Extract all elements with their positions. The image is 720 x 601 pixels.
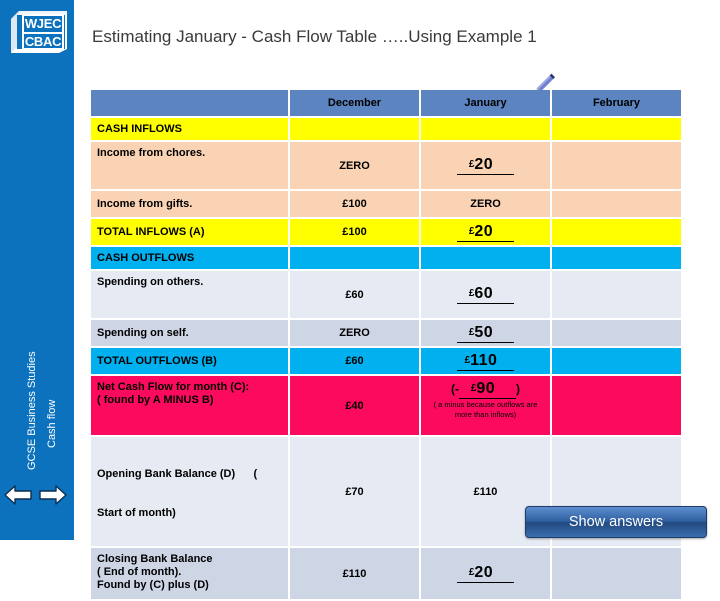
answer-field: £20 (457, 223, 514, 242)
cell-january-answer: £60 (421, 271, 550, 318)
row-label-line2: Start of month) (97, 507, 176, 519)
table-row-cash-outflows: CASH OUTFLOWS (91, 247, 681, 269)
cell-december: £100 (290, 219, 419, 245)
answer-field: £110 (457, 352, 514, 371)
cell-december: £40 (290, 376, 419, 435)
sidebar-course-label: GCSE Business Studies (26, 351, 38, 470)
left-arrow-icon (4, 485, 32, 505)
row-label-line1: Net Cash Flow for month (C): (97, 381, 250, 393)
cell-december: £100 (290, 191, 419, 217)
wjec-cbac-logo: WJEC CBAC (9, 9, 69, 55)
cell-february (552, 247, 681, 269)
cell-december (290, 118, 419, 140)
row-label: Income from chores. (91, 142, 288, 189)
left-sidebar: WJEC CBAC GCSE Business Studies Cash flo… (0, 0, 74, 540)
sidebar-topic-label: Cash flow (46, 399, 58, 448)
row-label: Income from gifts. (91, 191, 288, 217)
logo-cbac-text: CBAC (24, 34, 62, 49)
right-arrow-icon (39, 485, 67, 505)
table-row-cash-inflows: CASH INFLOWS (91, 118, 681, 140)
cell-december: ZERO (290, 142, 419, 189)
answer-value: 60 (474, 285, 494, 302)
answer-value: 90 (476, 380, 496, 397)
show-answers-button[interactable]: Show answers (525, 506, 707, 538)
row-label: CASH INFLOWS (91, 118, 288, 140)
table-row-total-inflows: TOTAL INFLOWS (A) £100 £20 (91, 219, 681, 245)
cell-january (421, 247, 550, 269)
previous-slide-button[interactable] (3, 482, 33, 508)
cell-february (552, 142, 681, 189)
cell-january: ZERO (421, 191, 550, 217)
cell-january-answer: £20 (421, 548, 550, 599)
cell-january-answer: £20 (421, 219, 550, 245)
cell-december: £70 (290, 437, 419, 546)
table-row-income-chores: Income from chores. ZERO £20 (91, 142, 681, 189)
answer-group: (- £90) (451, 380, 520, 399)
row-label: Opening Bank Balance (D) ( Start of mont… (91, 437, 288, 546)
answer-value: 110 (470, 351, 498, 369)
cell-february (552, 376, 681, 435)
row-label-line3: Found by (C) plus (D) (97, 579, 209, 591)
cell-february (552, 118, 681, 140)
cell-february (552, 348, 681, 374)
cell-january (421, 118, 550, 140)
cell-february (552, 320, 681, 346)
header-january: January (421, 90, 550, 116)
cell-december: £60 (290, 348, 419, 374)
header-blank (91, 90, 288, 116)
header-december: December (290, 90, 419, 116)
table-header-row: December January February (91, 90, 681, 116)
january-note: ( a minus because outflows are more than… (433, 400, 538, 419)
answer-field: £90 (459, 380, 516, 399)
row-label-line1: Opening Bank Balance (D) ( (97, 468, 258, 480)
row-label-line2: ( found by A MINUS B) (97, 394, 214, 406)
answer-field: £20 (457, 156, 514, 175)
row-label: Closing Bank Balance ( End of month). Fo… (91, 548, 288, 599)
cell-january-answer: £110 (421, 348, 550, 374)
logo-wjec-text: WJEC (24, 16, 62, 34)
cell-december (290, 247, 419, 269)
table-row-income-gifts: Income from gifts. £100 ZERO (91, 191, 681, 217)
answer-value: 20 (474, 564, 494, 581)
cell-january-answer: £20 (421, 142, 550, 189)
row-label: Net Cash Flow for month (C): ( found by … (91, 376, 288, 435)
table-row-spending-others: Spending on others. £60 £60 (91, 271, 681, 318)
answer-value: 20 (474, 156, 494, 173)
cell-december: £110 (290, 548, 419, 599)
cell-december: £60 (290, 271, 419, 318)
cell-january-answer: £50 (421, 320, 550, 346)
answer-value: 20 (474, 222, 494, 240)
answer-field: £20 (457, 564, 514, 583)
minus-prefix: (- (451, 382, 459, 396)
answer-field: £50 (457, 324, 514, 343)
page-title: Estimating January - Cash Flow Table …..… (92, 27, 537, 46)
answer-value: 50 (474, 323, 494, 341)
row-label: CASH OUTFLOWS (91, 247, 288, 269)
cell-february (552, 548, 681, 599)
cell-january-answer: (- £90) ( a minus because outflows are mo… (421, 376, 550, 435)
logo-text-box: WJEC CBAC (22, 14, 64, 50)
table-row-spending-self: Spending on self. ZERO £50 (91, 320, 681, 346)
next-slide-button[interactable] (38, 482, 68, 508)
answer-field: £60 (457, 285, 514, 304)
table-row-total-outflows: TOTAL OUTFLOWS (B) £60 £110 (91, 348, 681, 374)
table-row-net-cash-flow: Net Cash Flow for month (C): ( found by … (91, 376, 681, 435)
row-label: Spending on others. (91, 271, 288, 318)
minus-suffix: ) (516, 382, 520, 396)
row-label: TOTAL OUTFLOWS (B) (91, 348, 288, 374)
cell-february (552, 271, 681, 318)
row-label-line1: Closing Bank Balance (97, 553, 213, 565)
row-label: Spending on self. (91, 320, 288, 346)
row-label-line2: ( End of month). (97, 566, 182, 578)
table-row-closing-balance: Closing Bank Balance ( End of month). Fo… (91, 548, 681, 599)
cell-february (552, 219, 681, 245)
cell-february (552, 191, 681, 217)
cell-december: ZERO (290, 320, 419, 346)
header-february: February (552, 90, 681, 116)
row-label: TOTAL INFLOWS (A) (91, 219, 288, 245)
